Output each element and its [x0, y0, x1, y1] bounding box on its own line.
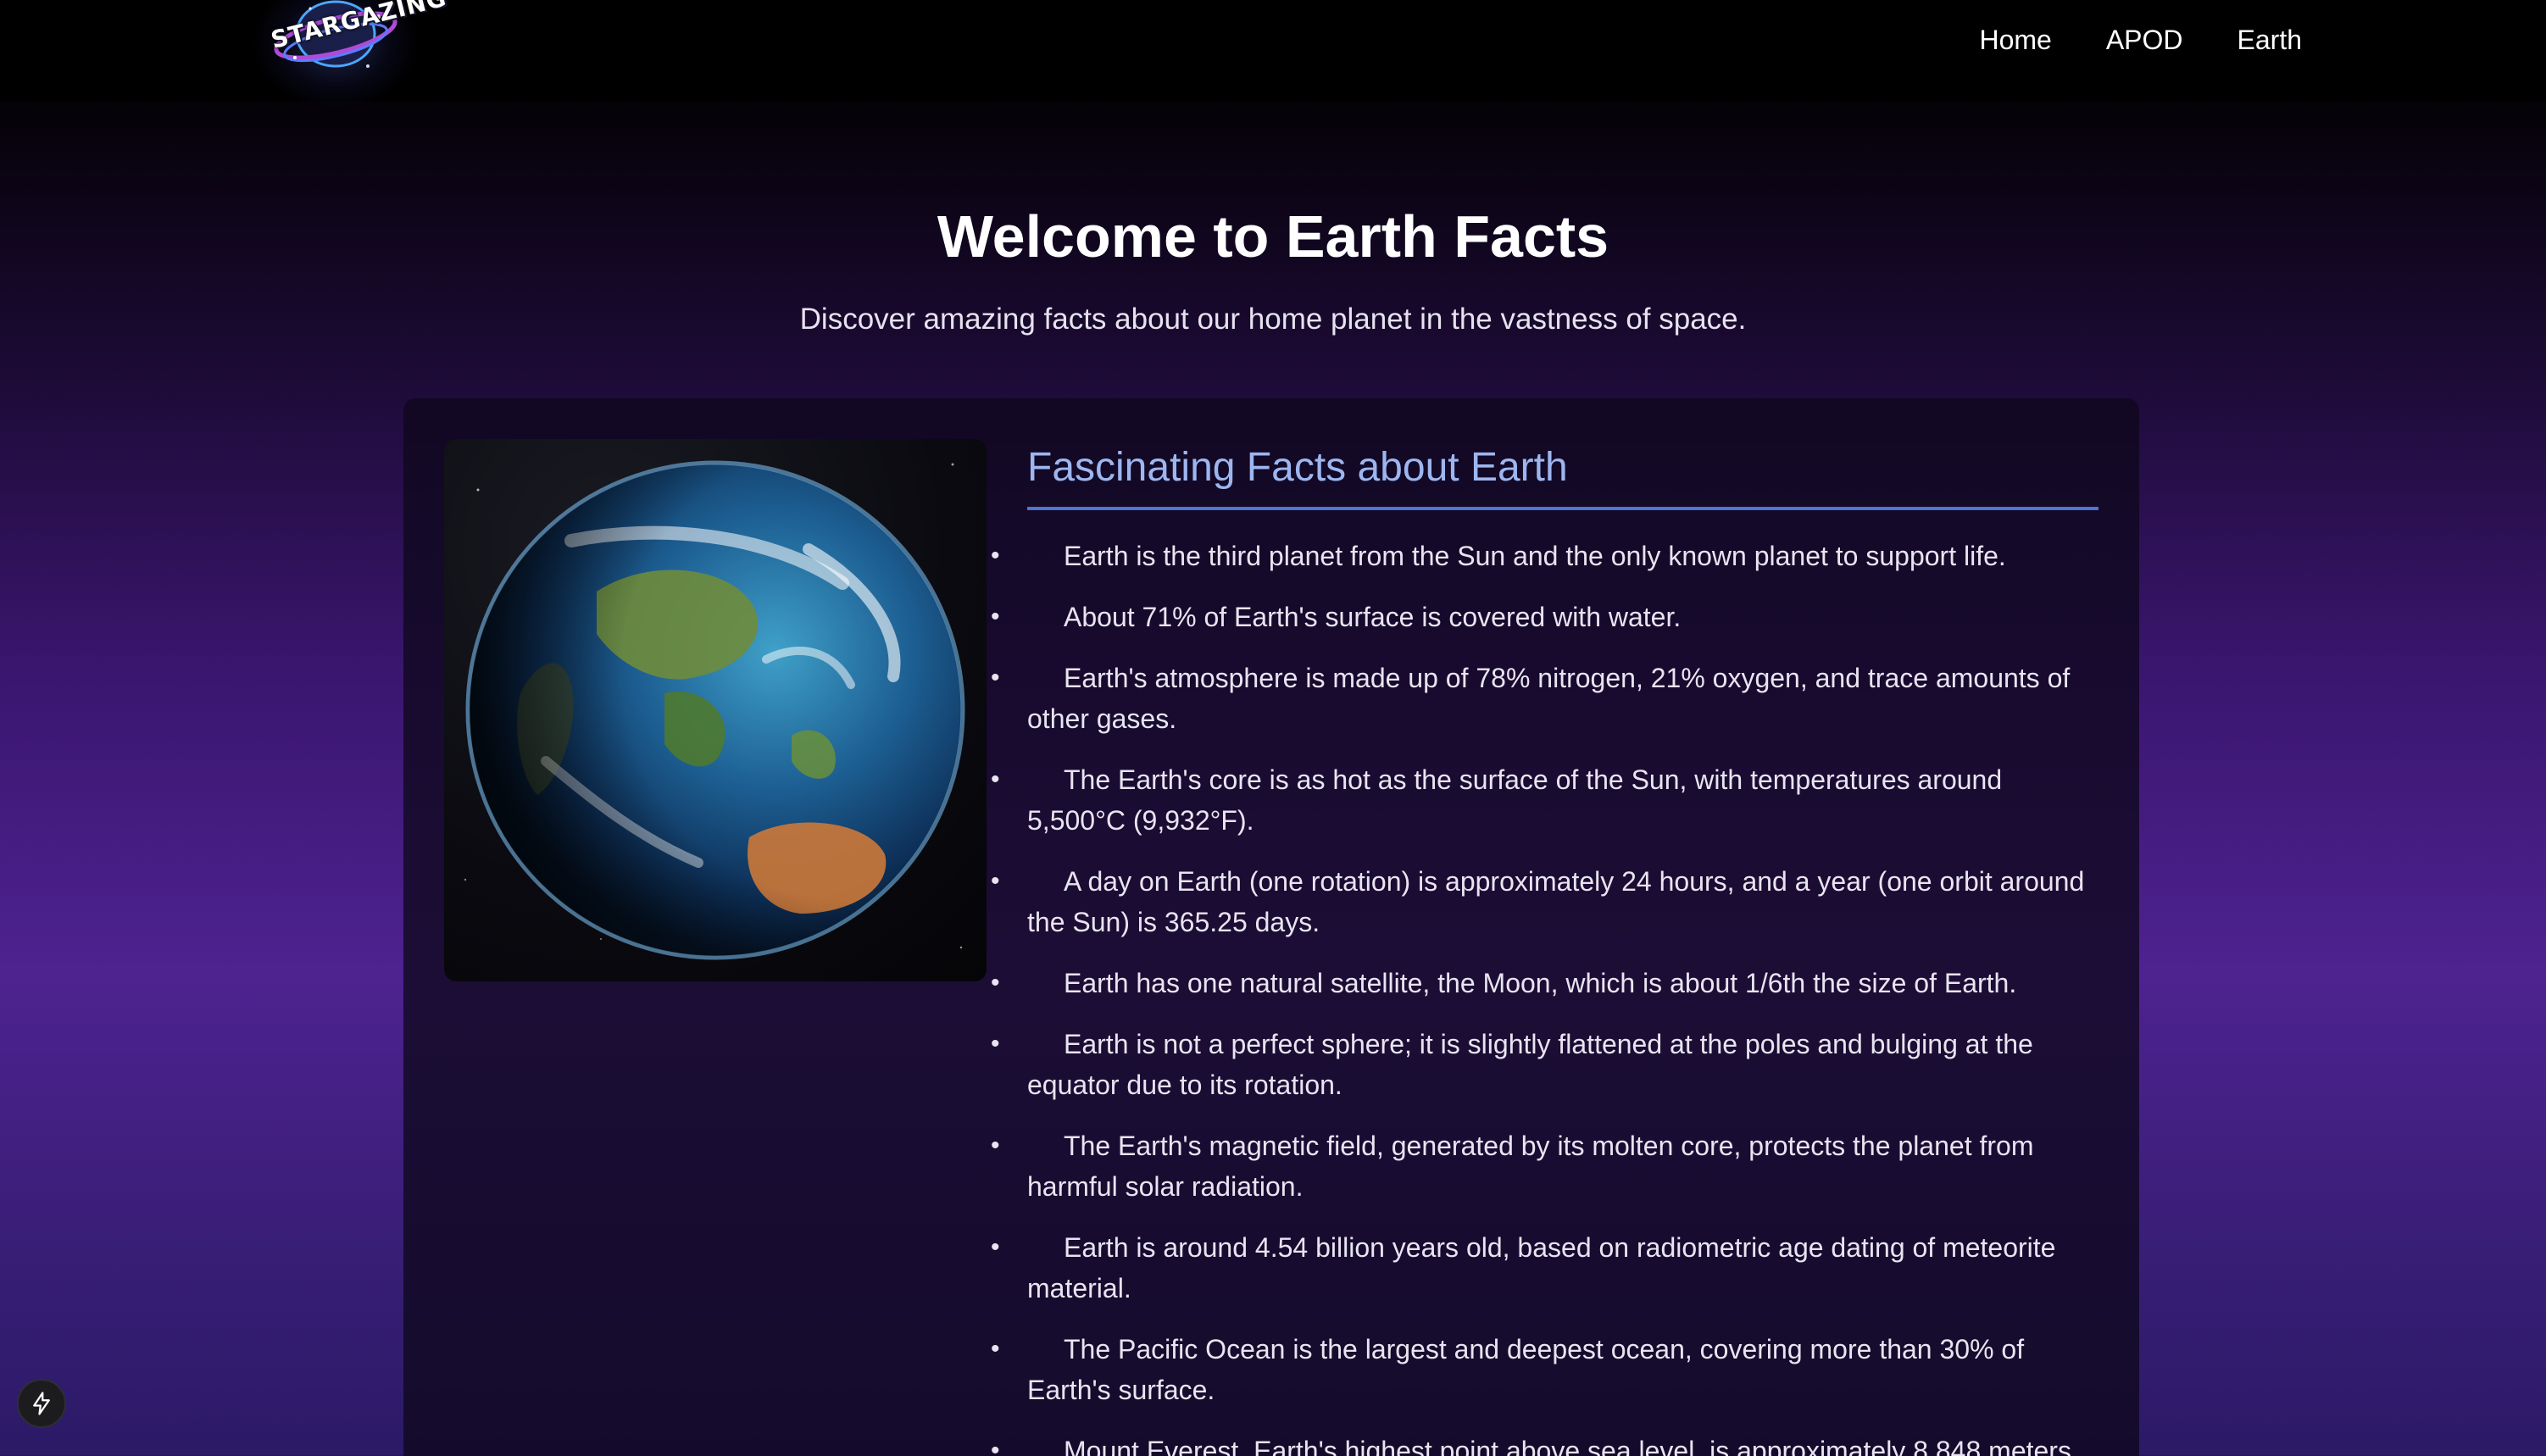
earth-illustration — [464, 460, 965, 960]
fact-item: Earth is around 4.54 billion years old, … — [991, 1227, 2099, 1309]
lightning-bolt-button[interactable] — [17, 1379, 66, 1428]
facts-card: Fascinating Facts about Earth Earth is t… — [403, 398, 2139, 1456]
nav-link-home[interactable]: Home — [1979, 20, 2051, 59]
fact-item: Earth's atmosphere is made up of 78% nit… — [991, 658, 2099, 739]
fact-item: The Pacific Ocean is the largest and dee… — [991, 1329, 2099, 1410]
fact-item: Earth is not a perfect sphere; it is sli… — [991, 1024, 2099, 1105]
nav-link-earth[interactable]: Earth — [2237, 20, 2302, 59]
facts-section: Fascinating Facts about Earth Earth is t… — [991, 439, 2099, 1456]
fact-item: A day on Earth (one rotation) is approxi… — [991, 861, 2099, 942]
fact-item: Earth has one natural satellite, the Moo… — [991, 963, 2099, 1003]
earth-image — [444, 439, 987, 981]
page-subtitle: Discover amazing facts about our home pl… — [799, 303, 1747, 336]
stargazing-logo[interactable]: STARGAZING — [251, 0, 449, 110]
main-nav: Home APOD Earth — [1979, 20, 2302, 59]
fact-item: About 71% of Earth's surface is covered … — [991, 597, 2099, 637]
fact-item: The Earth's core is as hot as the surfac… — [991, 759, 2099, 841]
fact-item: Mount Everest, Earth's highest point abo… — [991, 1431, 2099, 1456]
facts-list: Earth is the third planet from the Sun a… — [991, 536, 2099, 1456]
page-title: Welcome to Earth Facts — [937, 203, 1609, 270]
fact-item: Earth is the third planet from the Sun a… — [991, 536, 2099, 576]
facts-title: Fascinating Facts about Earth — [1027, 439, 2099, 510]
fact-item: The Earth's magnetic field, generated by… — [991, 1125, 2099, 1207]
top-navigation-bar: STARGAZING Home APOD Earth — [0, 0, 2546, 110]
nav-link-apod[interactable]: APOD — [2106, 20, 2183, 59]
lightning-bolt-icon — [33, 1392, 50, 1415]
